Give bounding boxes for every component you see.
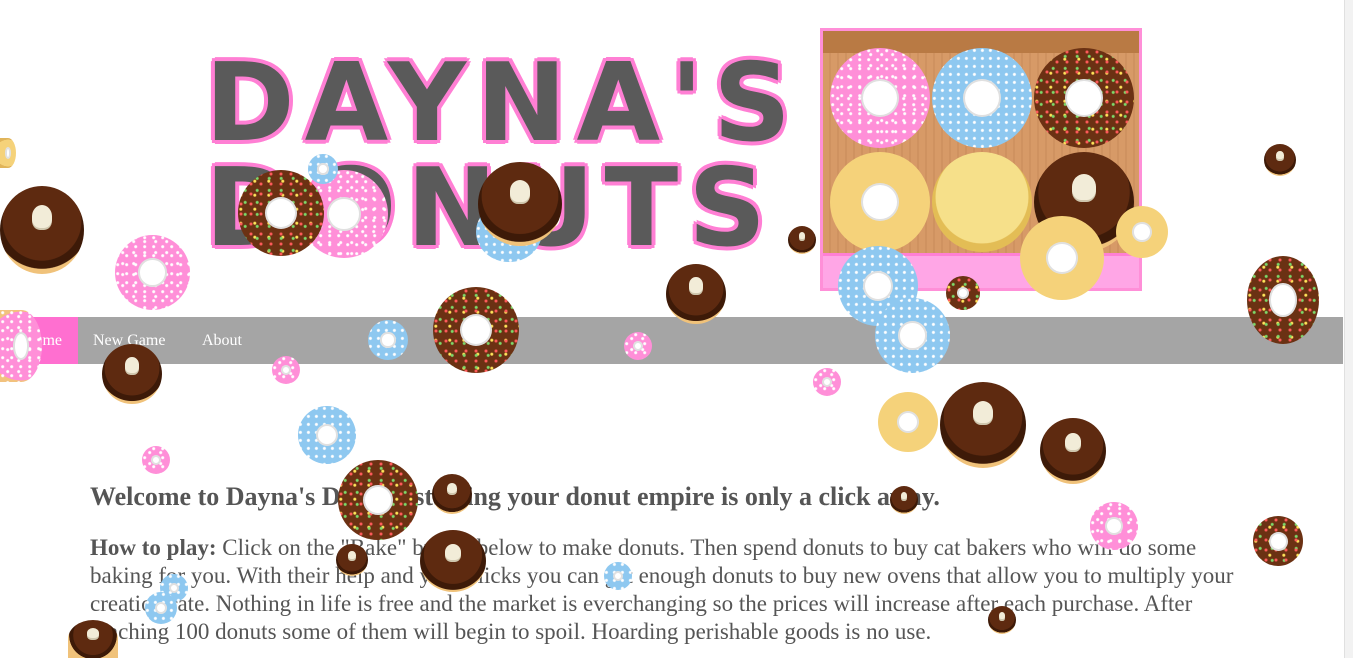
blue-donut-icon [604,562,632,590]
pink-donut-icon [624,332,652,360]
yellow-donut-icon [1020,216,1104,300]
nav-about[interactable]: About [187,317,257,364]
jelly-donut-icon [932,152,1032,252]
main-content: Welcome to Dayna's Donuts, starting your… [90,478,1260,646]
cream-filled-donut-icon [0,186,84,274]
chocolate-sprinkle-donut-icon [433,287,519,373]
pink-donut-icon [272,356,300,384]
cream-filled-donut-icon [1264,144,1296,176]
page-scrollbar[interactable] [1344,0,1353,658]
cream-filled-donut-icon [988,606,1016,634]
blue-donut-icon [875,298,950,373]
pink-donut-icon [0,310,42,382]
blue-donut-icon [145,592,177,624]
how-to-play-label: How to play: [90,535,217,560]
pink-donut-icon [830,48,930,148]
cream-filled-donut-icon [420,530,486,592]
chocolate-sprinkle-donut-icon [1253,516,1303,566]
cream-filled-donut-icon [102,344,162,404]
blue-donut-icon [932,48,1032,148]
cream-filled-donut-icon [666,264,726,324]
pink-donut-icon [813,368,841,396]
cream-filled-donut-icon [890,486,918,514]
yellow-donut-icon [0,138,16,168]
blue-donut-icon [368,320,408,360]
cream-filled-donut-icon [478,162,562,246]
chocolate-sprinkle-donut-icon [1034,48,1134,148]
cream-filled-donut-icon [336,544,368,576]
how-to-play-text: How to play: Click on the "Bake" button … [90,534,1260,646]
yellow-donut-icon [830,152,930,252]
pink-donut-icon [115,235,190,310]
cream-filled-donut-icon [1040,418,1106,484]
pink-donut-icon [1090,502,1138,550]
cream-filled-donut-icon [432,474,472,514]
how-to-play-body: Click on the "Bake" button below to make… [90,535,1234,644]
chocolate-sprinkle-donut-icon [946,276,980,310]
chocolate-sprinkle-donut-icon [238,170,324,256]
blue-donut-icon [298,406,356,464]
welcome-heading: Welcome to Dayna's Donuts, starting your… [90,482,940,511]
cream-filled-donut-icon [68,620,118,658]
logo-title-line1: DAYNA'S [205,41,801,166]
chocolate-sprinkle-donut-icon [1247,256,1319,344]
pink-donut-icon [142,446,170,474]
cream-filled-donut-icon [940,382,1026,468]
chocolate-sprinkle-donut-icon [338,460,418,540]
main-navbar: Home New Game About [0,317,1343,364]
yellow-donut-icon [1116,206,1168,258]
blue-donut-icon [308,154,338,184]
cream-filled-donut-icon [788,226,816,254]
yellow-donut-icon [878,392,938,452]
